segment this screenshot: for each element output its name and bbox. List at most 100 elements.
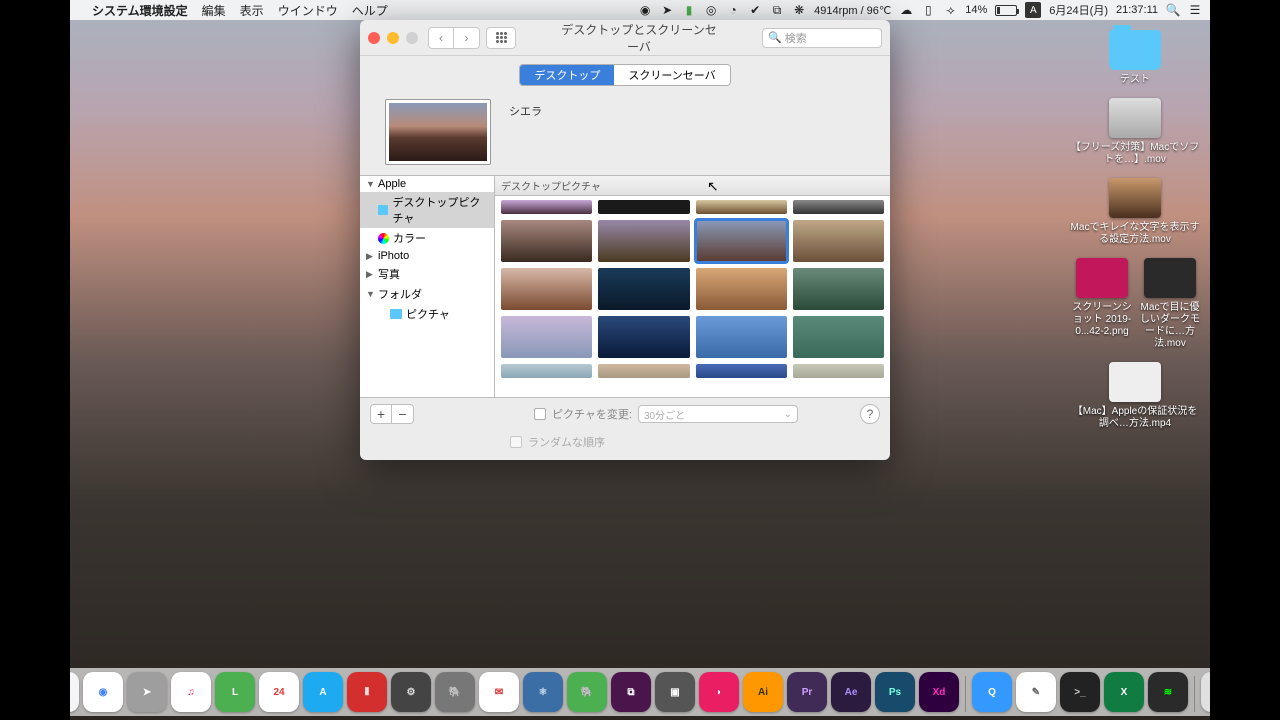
wallpaper-thumb[interactable]: [501, 364, 592, 378]
dock-app-3[interactable]: ♫: [171, 672, 211, 712]
dock-app-18[interactable]: Ae: [831, 672, 871, 712]
sidebar-colors[interactable]: カラー: [360, 228, 494, 248]
interval-select[interactable]: 30分ごと⌄: [638, 405, 798, 423]
change-picture-checkbox[interactable]: [534, 408, 546, 420]
wallpaper-thumb[interactable]: [793, 220, 884, 262]
dock-app-15[interactable]: ◗: [699, 672, 739, 712]
sidebar-apple[interactable]: ▼Apple: [360, 176, 494, 192]
battery-status-icon[interactable]: ▯: [921, 3, 935, 17]
wallpaper-grid[interactable]: [495, 196, 890, 397]
dock-app-20[interactable]: Xd: [919, 672, 959, 712]
menu-view[interactable]: 表示: [240, 2, 264, 19]
dock-app-16[interactable]: Ai: [743, 672, 783, 712]
zoom-button[interactable]: [406, 32, 418, 44]
dock-app-17[interactable]: Pr: [787, 672, 827, 712]
dock-app-7[interactable]: ⦀: [347, 672, 387, 712]
sync-icon[interactable]: ◎: [704, 3, 718, 17]
wallpaper-thumb[interactable]: [696, 200, 787, 214]
fan-temp[interactable]: 4914rpm / 96℃: [814, 4, 891, 17]
dock-app-6[interactable]: A: [303, 672, 343, 712]
wallpaper-thumb[interactable]: [501, 200, 592, 214]
tab-desktop[interactable]: デスクトップ: [520, 65, 614, 85]
fan-icon[interactable]: ❋: [792, 3, 806, 17]
search-input[interactable]: 🔍 検索: [762, 28, 882, 48]
dock-app-21[interactable]: Q: [972, 672, 1012, 712]
back-button[interactable]: ‹: [428, 27, 454, 49]
dock-app-25[interactable]: ≋: [1148, 672, 1188, 712]
wallpaper-thumb-selected[interactable]: [696, 220, 787, 262]
wallpaper-thumb[interactable]: [696, 316, 787, 358]
wallpaper-thumb[interactable]: [696, 364, 787, 378]
wallpaper-thumb[interactable]: [793, 316, 884, 358]
file-mp4[interactable]: 【Mac】Appleの保証状況を調べ…方法.mp4: [1070, 362, 1200, 430]
dropbox-icon[interactable]: ⧉: [770, 3, 784, 17]
dock-app-10[interactable]: ✉: [479, 672, 519, 712]
file-mov3[interactable]: Macで目に優しいダークモードに…方法.mov: [1140, 258, 1200, 350]
dock-app-23[interactable]: >_: [1060, 672, 1100, 712]
remove-folder-button[interactable]: −: [392, 404, 414, 424]
file-mov2[interactable]: Macでキレイな文字を表示する設定方法.mov: [1070, 178, 1200, 246]
battery-icon[interactable]: [995, 5, 1017, 16]
dock-app-24[interactable]: X: [1104, 672, 1144, 712]
add-folder-button[interactable]: +: [370, 404, 392, 424]
wallpaper-thumb[interactable]: [598, 200, 689, 214]
clock-icon[interactable]: ◔: [726, 3, 740, 17]
notification-center-icon[interactable]: ☰: [1188, 3, 1202, 17]
dock-app-0[interactable]: ☺: [70, 672, 79, 712]
wallpaper-thumb[interactable]: [598, 268, 689, 310]
tab-screensaver[interactable]: スクリーンセーバ: [614, 65, 729, 85]
wallpaper-thumb[interactable]: [793, 200, 884, 214]
menu-window[interactable]: ウインドウ: [278, 2, 338, 19]
folder-test[interactable]: テスト: [1070, 30, 1200, 86]
dock-app-11[interactable]: ⚛: [523, 672, 563, 712]
sidebar-folder[interactable]: ▼フォルダ: [360, 284, 494, 304]
wallpaper-thumb[interactable]: [793, 364, 884, 378]
dock-app-9[interactable]: 🐘: [435, 672, 475, 712]
dock-app-2[interactable]: ➤: [127, 672, 167, 712]
cloud-icon[interactable]: ☁: [899, 3, 913, 17]
wifi-icon[interactable]: ⟢: [943, 3, 957, 17]
sidebar-pictures[interactable]: ピクチャ: [360, 304, 494, 324]
dock-app-1[interactable]: ◉: [83, 672, 123, 712]
wallpaper-thumb[interactable]: [501, 220, 592, 262]
file-mov1[interactable]: 【フリーズ対策】Macでソフトを…】.mov: [1070, 98, 1200, 166]
wallpaper-thumb[interactable]: [598, 316, 689, 358]
wallpaper-thumb[interactable]: [501, 268, 592, 310]
dock-app-26[interactable]: 🗑: [1201, 672, 1210, 712]
file-screenshot[interactable]: スクリーンショット 2019-0...42-2.png: [1072, 258, 1132, 350]
app-icon-1[interactable]: ➤: [660, 3, 674, 17]
show-all-button[interactable]: [486, 27, 516, 49]
dock-app-13[interactable]: ⧉: [611, 672, 651, 712]
wallpaper-thumb[interactable]: [598, 364, 689, 378]
menubar-time[interactable]: 21:37:11: [1116, 4, 1158, 16]
dock-app-14[interactable]: ▣: [655, 672, 695, 712]
app-menu[interactable]: システム環境設定: [92, 2, 188, 19]
titlebar[interactable]: ‹ › デスクトップとスクリーンセーバ 🔍 検索: [360, 20, 890, 56]
random-order-checkbox[interactable]: [510, 436, 522, 448]
dock-app-4[interactable]: L: [215, 672, 255, 712]
shield-icon[interactable]: ✔: [748, 3, 762, 17]
sidebar-desktop-pictures[interactable]: デスクトップピクチャ: [360, 192, 494, 228]
menu-help[interactable]: ヘルプ: [352, 2, 388, 19]
app-icon-2[interactable]: ▮: [682, 3, 696, 17]
wallpaper-thumb[interactable]: [501, 316, 592, 358]
wallpaper-thumb[interactable]: [696, 268, 787, 310]
spotlight-icon[interactable]: 🔍: [1166, 3, 1180, 17]
dock-app-5[interactable]: 24: [259, 672, 299, 712]
sidebar-photos[interactable]: ▶写真: [360, 264, 494, 284]
close-button[interactable]: [368, 32, 380, 44]
help-button[interactable]: ?: [860, 404, 880, 424]
wallpaper-thumb[interactable]: [793, 268, 884, 310]
dock-app-12[interactable]: 🐘: [567, 672, 607, 712]
wallpaper-thumb[interactable]: [598, 220, 689, 262]
menu-edit[interactable]: 編集: [202, 2, 226, 19]
record-icon[interactable]: ◉: [638, 3, 652, 17]
dock-app-8[interactable]: ⚙: [391, 672, 431, 712]
sidebar-iphoto[interactable]: ▶iPhoto: [360, 248, 494, 264]
minimize-button[interactable]: [387, 32, 399, 44]
dock-app-19[interactable]: Ps: [875, 672, 915, 712]
menubar-date[interactable]: 6月24日(月): [1049, 2, 1108, 18]
source-sidebar[interactable]: ▼Apple デスクトップピクチャ カラー ▶iPhoto ▶写真 ▼フォルダ …: [360, 176, 495, 397]
ime-icon[interactable]: A: [1025, 2, 1041, 18]
battery-percent[interactable]: 14%: [965, 4, 987, 16]
